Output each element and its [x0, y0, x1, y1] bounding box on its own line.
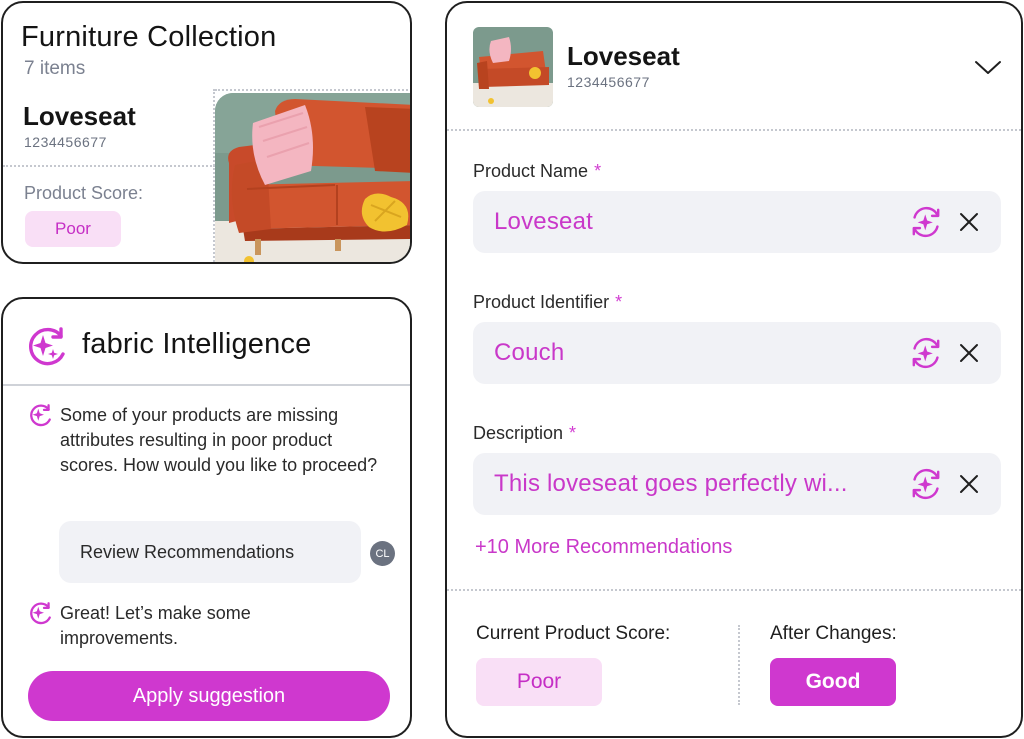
- sparkle-refresh-icon[interactable]: [910, 337, 942, 369]
- after-score-badge: Good: [770, 658, 896, 706]
- collection-item-count: 7 items: [24, 58, 86, 79]
- chevron-down-icon[interactable]: [973, 57, 1003, 77]
- product-identifier-value[interactable]: Couch: [494, 339, 564, 367]
- product-score-label: Product Score:: [24, 183, 144, 203]
- product-sku: 1234456677: [24, 134, 107, 150]
- product-identifier-label: Product Identifier *: [473, 292, 623, 312]
- product-name-field[interactable]: Loveseat: [473, 191, 1001, 253]
- assistant-message: Great! Let’s make some improvements.: [60, 603, 251, 648]
- product-name[interactable]: Loveseat: [23, 101, 136, 132]
- divider: [215, 89, 410, 91]
- product-name-label: Product Name *: [473, 161, 602, 181]
- product-score-badge: Poor: [25, 211, 121, 247]
- product-sku: 1234456677: [567, 74, 650, 90]
- divider: [447, 589, 1021, 591]
- avatar: CL: [370, 541, 395, 566]
- divider: [3, 165, 215, 167]
- product-image[interactable]: [215, 93, 410, 262]
- description-label: Description *: [473, 423, 577, 443]
- current-score-badge: Poor: [476, 658, 602, 706]
- product-identifier-field[interactable]: Couch: [473, 322, 1001, 384]
- collection-title: Furniture Collection: [21, 21, 277, 53]
- apply-suggestion-button[interactable]: Apply suggestion: [28, 671, 390, 721]
- description-value[interactable]: This loveseat goes perfectly wi...: [494, 470, 848, 498]
- sparkle-refresh-icon[interactable]: [910, 206, 942, 238]
- fabric-ai-icon: [30, 602, 51, 625]
- fabric-ai-icon: [29, 327, 65, 366]
- assistant-card: fabric Intelligence Some of your product…: [1, 297, 412, 738]
- more-recommendations-link[interactable]: +10 More Recommendations: [475, 536, 732, 559]
- close-icon[interactable]: [958, 473, 980, 495]
- user-reply-bubble[interactable]: Review Recommendations: [59, 521, 361, 583]
- assistant-message: Some of your products are missing attrib…: [60, 405, 378, 475]
- divider: [738, 625, 740, 705]
- assistant-title: fabric Intelligence: [82, 328, 312, 360]
- divider: [447, 129, 1021, 131]
- divider: [3, 384, 410, 386]
- product-name-value[interactable]: Loveseat: [494, 208, 593, 236]
- product-detail-card: Loveseat 1234456677 Product Name * Lovese…: [445, 1, 1023, 738]
- product-name: Loveseat: [567, 41, 680, 71]
- product-thumbnail: [473, 27, 553, 107]
- sparkle-refresh-icon[interactable]: [910, 468, 942, 500]
- collection-card: Furniture Collection 7 items Loveseat 12…: [1, 1, 412, 264]
- close-icon[interactable]: [958, 342, 980, 364]
- description-field[interactable]: This loveseat goes perfectly wi...: [473, 453, 1001, 515]
- after-changes-label: After Changes:: [770, 623, 897, 644]
- fabric-ai-icon: [30, 404, 51, 427]
- close-icon[interactable]: [958, 211, 980, 233]
- current-score-label: Current Product Score:: [476, 623, 671, 644]
